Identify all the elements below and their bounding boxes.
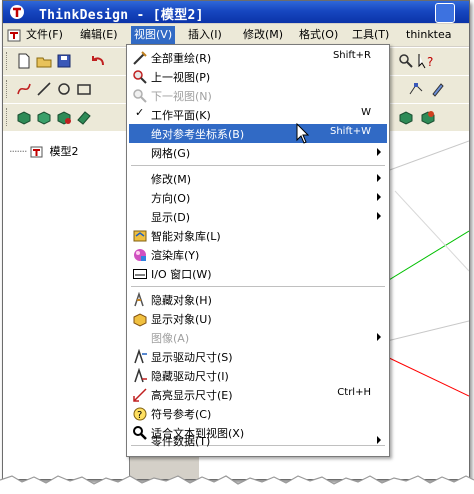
menu-item-grid[interactable]: 网格(G) (129, 143, 387, 162)
menu-item-hide-objects[interactable]: 隐藏对象(H) (129, 290, 387, 309)
grid-line (386, 140, 469, 172)
rectangle-tool-icon[interactable] (75, 80, 93, 98)
hide-objects-icon (134, 292, 144, 307)
open-folder-icon[interactable] (35, 52, 53, 70)
new-file-icon[interactable] (15, 52, 33, 70)
solid-box-icon[interactable] (15, 108, 33, 126)
show-objects-icon (133, 313, 147, 327)
undo-icon[interactable] (89, 52, 107, 70)
menu-item-part-data[interactable]: 零件数据(T) (129, 431, 387, 450)
hide-dims-icon (134, 368, 147, 383)
render-library-icon (134, 249, 146, 261)
symbol-reference-icon: ? (133, 407, 147, 421)
menu-separator (131, 165, 385, 166)
zoom-tool-icon[interactable] (397, 52, 415, 70)
submenu-arrow-icon (377, 193, 381, 201)
menu-format[interactable]: 格式(O) (296, 26, 341, 44)
solid-subtract-icon[interactable] (55, 108, 73, 126)
axis-y-line (378, 230, 469, 287)
window-button[interactable] (435, 3, 455, 23)
solid-view-icon[interactable] (397, 108, 415, 126)
tree-root-label: 模型2 (49, 145, 79, 158)
pen-tool-icon[interactable] (429, 80, 447, 98)
line-tool-icon[interactable] (35, 80, 53, 98)
toolbar-grip[interactable] (6, 108, 10, 126)
menu-item-abs-ref-frame[interactable]: 绝对参考坐标系(B) Shift+W (129, 124, 387, 143)
circle-tool-icon[interactable] (55, 80, 73, 98)
submenu-arrow-icon (377, 174, 381, 182)
help-icon[interactable]: ? (417, 52, 435, 70)
window-title: ThinkDesign - [模型2] (39, 8, 204, 23)
menu-edit[interactable]: 编辑(E) (77, 26, 121, 44)
menu-item-display[interactable]: 显示(D) (129, 207, 387, 226)
svg-text:?: ? (427, 55, 433, 69)
menu-item-show-driving-dims[interactable]: 显示驱动尺寸(S) (129, 347, 387, 366)
menu-item-work-plane[interactable]: ✓ 工作平面(K) W (129, 105, 387, 124)
curve-tool-icon[interactable] (15, 80, 33, 98)
solid-render-icon[interactable] (419, 108, 437, 126)
node-edit-icon[interactable] (407, 80, 425, 98)
title-bar: ThinkDesign - [模型2] (3, 1, 469, 23)
view-dropdown-menu: 全部重绘(R) Shift+R 上一视图(P) 下一视图(N) ✓ 工作平面(K… (126, 44, 390, 457)
highlight-dims-icon (133, 388, 147, 402)
menu-file[interactable]: 文件(F) (23, 26, 66, 44)
next-view-icon (133, 89, 147, 103)
solid-extrude-icon[interactable] (75, 108, 93, 126)
model-icon (30, 146, 43, 158)
svg-text:?: ? (137, 410, 142, 421)
submenu-arrow-icon (377, 333, 381, 341)
menu-item-next-view[interactable]: 下一视图(N) (129, 86, 387, 105)
menu-item-highlight-dims[interactable]: 高亮显示尺寸(E) Ctrl+H (129, 385, 387, 404)
menu-bar: 文件(F) 编辑(E) 视图(V) 插入(I) 修改(M) 格式(O) 工具(T… (3, 24, 469, 46)
grid-line (386, 320, 469, 342)
menu-view[interactable]: 视图(V) (131, 26, 176, 44)
menu-thinkteam[interactable]: thinktea (403, 26, 455, 44)
menu-insert[interactable]: 插入(I) (185, 26, 225, 44)
torn-paper-edge (0, 475, 474, 494)
mouse-cursor-icon (296, 123, 310, 144)
menu-modify[interactable]: 修改(M) (240, 26, 286, 44)
menu-item-direction[interactable]: 方向(O) (129, 188, 387, 207)
show-dims-icon (134, 349, 147, 364)
prev-view-icon (133, 70, 147, 84)
menu-tools[interactable]: 工具(T) (349, 26, 392, 44)
menu-item-modify[interactable]: 修改(M) (129, 169, 387, 188)
tree-connector: ······· (9, 145, 28, 158)
menu-item-hide-driving-dims[interactable]: 隐藏驱动尺寸(I) (129, 366, 387, 385)
solid-union-icon[interactable] (35, 108, 53, 126)
menu-item-render-lib[interactable]: 渲染库(Y) (129, 245, 387, 264)
submenu-arrow-icon (377, 212, 381, 220)
smart-library-icon (133, 230, 147, 242)
menu-item-image[interactable]: 图像(A) (129, 328, 387, 347)
menu-item-symbol-reference[interactable]: ? 符号参考(C) (129, 404, 387, 423)
menu-item-smart-object-lib[interactable]: 智能对象库(L) (129, 226, 387, 245)
submenu-arrow-icon (377, 436, 381, 444)
grid-line (394, 190, 469, 272)
checkmark-icon: ✓ (135, 106, 145, 119)
io-window-icon (133, 269, 147, 279)
tree-root-item[interactable]: ······· 模型2 (9, 143, 78, 159)
menu-item-show-objects[interactable]: 显示对象(U) (129, 309, 387, 328)
axis-x-line (384, 355, 469, 397)
menu-item-prev-view[interactable]: 上一视图(P) (129, 67, 387, 86)
document-icon[interactable] (6, 27, 22, 43)
save-icon[interactable] (55, 52, 73, 70)
model-tree-panel: ······· 模型2 (3, 131, 130, 479)
redraw-icon (133, 51, 147, 65)
menu-item-redraw-all[interactable]: 全部重绘(R) Shift+R (129, 48, 387, 67)
menu-separator (131, 286, 385, 287)
toolbar-grip[interactable] (6, 80, 10, 98)
submenu-arrow-icon (377, 148, 381, 156)
thinkdesign-logo-icon (10, 5, 24, 19)
menu-item-io-window[interactable]: I/O 窗口(W) (129, 264, 387, 283)
toolbar-grip[interactable] (6, 52, 10, 70)
